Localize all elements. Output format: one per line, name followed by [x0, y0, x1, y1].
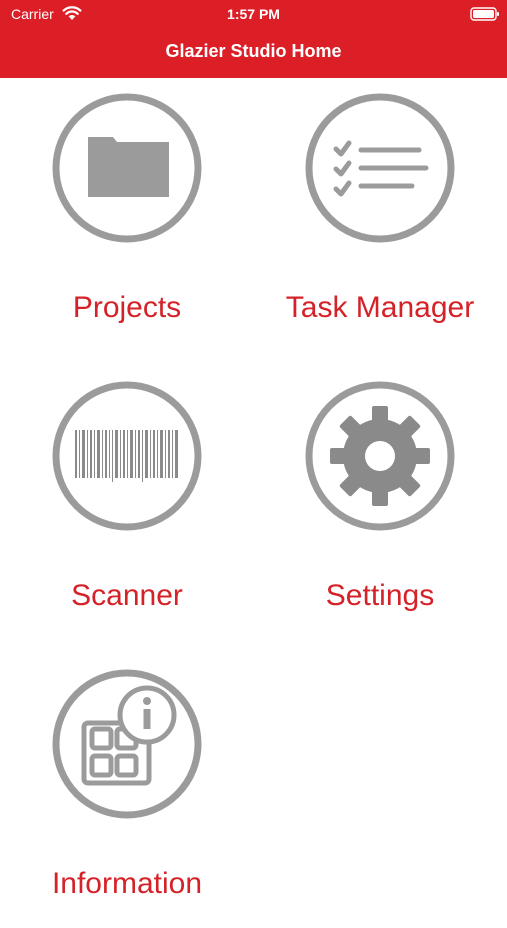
projects-label: Projects — [72, 291, 182, 324]
information-button[interactable]: Information — [17, 668, 237, 928]
info-apps-icon — [52, 669, 202, 819]
page-title: Glazier Studio Home — [165, 41, 342, 61]
task-manager-label: Task Manager — [285, 291, 475, 324]
barcode-icon — [52, 381, 202, 531]
checklist-icon — [305, 93, 455, 243]
projects-button[interactable]: Projects — [17, 92, 237, 352]
battery-icon — [470, 7, 499, 21]
folder-icon — [52, 93, 202, 243]
status-bar: Carrier 1:57 PM — [0, 0, 507, 30]
settings-button[interactable]: Settings — [270, 380, 490, 640]
gear-icon — [305, 381, 455, 531]
status-time: 1:57 PM — [227, 6, 280, 22]
scanner-button[interactable]: Scanner — [17, 380, 237, 640]
scanner-label: Scanner — [71, 579, 183, 612]
app-header: Carrier 1:57 PM Glazier Studio Home — [0, 0, 507, 78]
information-label: Information — [51, 867, 203, 900]
settings-label: Settings — [325, 579, 435, 612]
task-manager-button[interactable]: Task Manager — [270, 92, 490, 352]
